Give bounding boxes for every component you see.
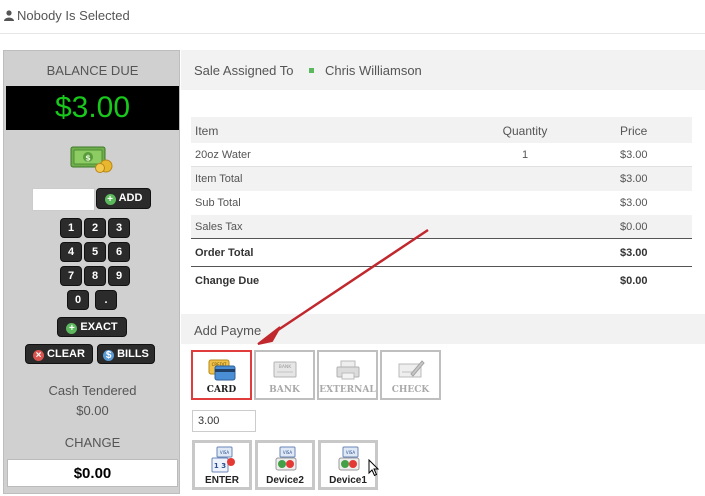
annotation-arrow-icon	[257, 228, 429, 345]
